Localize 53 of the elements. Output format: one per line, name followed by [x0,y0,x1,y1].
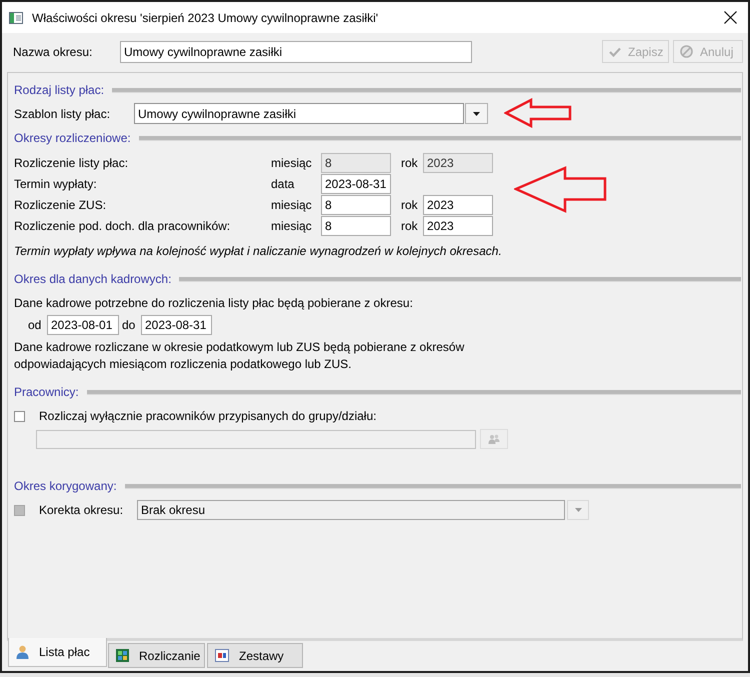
caret-down-icon [473,112,480,116]
field-label: rok [401,218,419,234]
input-field[interactable]: 2023 [423,194,493,214]
field-label: Nazwa okresu: [13,44,94,60]
info-text: Dane kadrowe potrzebne do rozliczenia listy płac będą pobierane z okresu: [14,295,414,312]
input-field[interactable]: Umowy cywilnoprawne zasiłki [120,40,472,62]
field-label: miesiąc [271,154,313,172]
document-icon [215,649,229,662]
field-label: Termin wypłaty: [14,176,98,192]
field-label: miesiąc [271,218,313,234]
dropdown-button[interactable] [465,103,488,124]
field-label: rok [401,154,419,172]
field-label: Rozliczenie listy płac: [14,154,130,172]
tab[interactable]: Lista płac [8,638,107,667]
info-note: Termin wypłaty wpływa na kolejność wypłat i naliczanie wynagrodzeń w kolejnych okresach. [14,243,503,260]
caret-down-icon [574,508,582,512]
input-field[interactable]: 2023-08-31 [141,315,212,335]
close-icon [724,11,736,24]
annotation-arrow [504,98,572,128]
field-label: Rozliczenie pod. doch. dla pracowników: [14,218,232,234]
tab[interactable]: Zestawy [207,643,303,668]
field-label: do [122,317,136,334]
field-label: od [28,317,42,334]
section-heading: Okres dla danych kadrowych: [14,271,172,288]
input-field[interactable]: 2023-08-01 [47,315,119,335]
checkbox-label: Rozliczaj wyłącznie pracowników przypisanych do grupy/działu: [39,408,376,425]
input-field[interactable]: 2023-08-31 [321,174,391,194]
checkbox-label: Korekta okresu: [39,502,124,519]
input-field[interactable]: 8 [321,216,391,236]
input-field[interactable]: 2023 [423,216,493,236]
cancel-icon [680,45,693,58]
template-combobox[interactable]: Umowy cywilnoprawne zasiłki [134,103,464,124]
window-icon [9,12,23,24]
field-label: miesiąc [271,196,313,214]
section-heading: Okres korygowany: [14,478,117,495]
checkbox[interactable] [14,410,25,422]
person-icon [16,645,29,659]
info-text: Dane kadrowe rozliczane w okresie podatkowym lub ZUS będą pobierane z okresów odpowiadających miesiącom rozliczenia podatkowego lub ZUS. [14,339,466,373]
close-button[interactable] [721,8,739,26]
checkmark-icon [609,46,621,56]
field-label: Rozliczenie ZUS: [14,196,108,214]
section-heading: Okresy rozliczeniowe: [14,130,131,147]
section-heading: Rodzaj listy płac: [14,82,104,99]
field-label: data [271,176,296,192]
tab[interactable]: Rozliczanie [108,643,205,668]
section-heading: Pracownicy: [14,384,79,401]
field-label: rok [401,196,419,214]
grid-icon [116,649,129,662]
input-field[interactable]: 8 [321,194,391,214]
people-icon [488,434,500,444]
select-group-button[interactable] [480,429,508,449]
window-title: Właściwości okresu 'sierpień 2023 Umowy cywilnoprawne zasiłki' [32,10,378,26]
field-label: Szablon listy płac: [14,106,112,122]
